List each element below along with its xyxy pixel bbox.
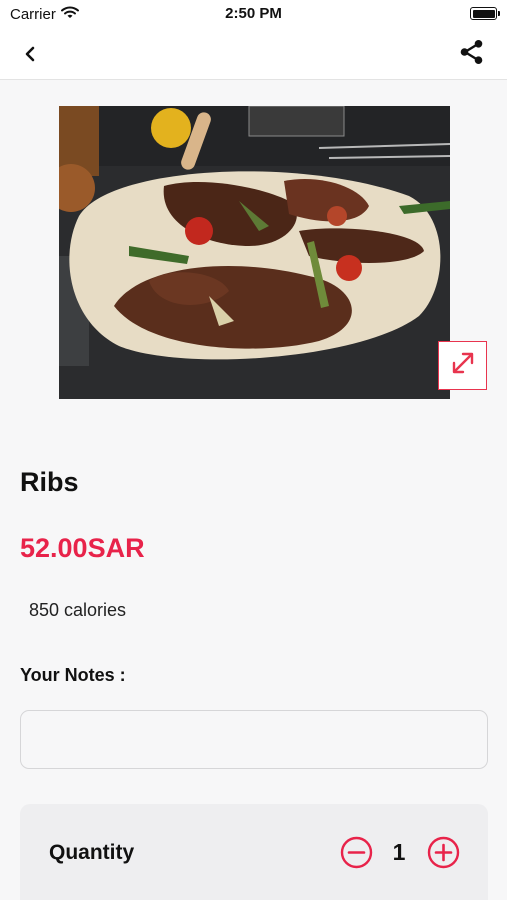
- back-button[interactable]: [14, 40, 46, 72]
- expand-image-button[interactable]: [438, 341, 487, 390]
- minus-circle-icon: [340, 836, 373, 873]
- chevron-left-icon: [23, 45, 37, 68]
- quantity-card: Quantity 1: [20, 804, 488, 900]
- battery-level: [472, 9, 495, 18]
- decrease-quantity-button[interactable]: [340, 836, 373, 869]
- increase-quantity-button[interactable]: [427, 836, 460, 869]
- product-price: 52.00SAR: [20, 533, 145, 563]
- quantity-label: Quantity: [49, 841, 135, 864]
- notes-input[interactable]: [20, 710, 488, 769]
- status-bar: Carrier 2:50 PM: [0, 0, 507, 30]
- product-name: Ribs: [20, 467, 79, 497]
- nav-bar: [0, 30, 507, 80]
- quantity-value: 1: [392, 839, 406, 865]
- plus-circle-icon: [427, 836, 460, 873]
- product-image[interactable]: [59, 106, 450, 399]
- share-icon: [459, 39, 485, 70]
- expand-icon: [450, 350, 476, 381]
- share-button[interactable]: [457, 39, 487, 69]
- battery-icon: [470, 7, 500, 20]
- status-time: 2:50 PM: [225, 5, 282, 22]
- product-calories: 850 calories: [29, 600, 127, 620]
- notes-label: Your Notes :: [20, 665, 126, 685]
